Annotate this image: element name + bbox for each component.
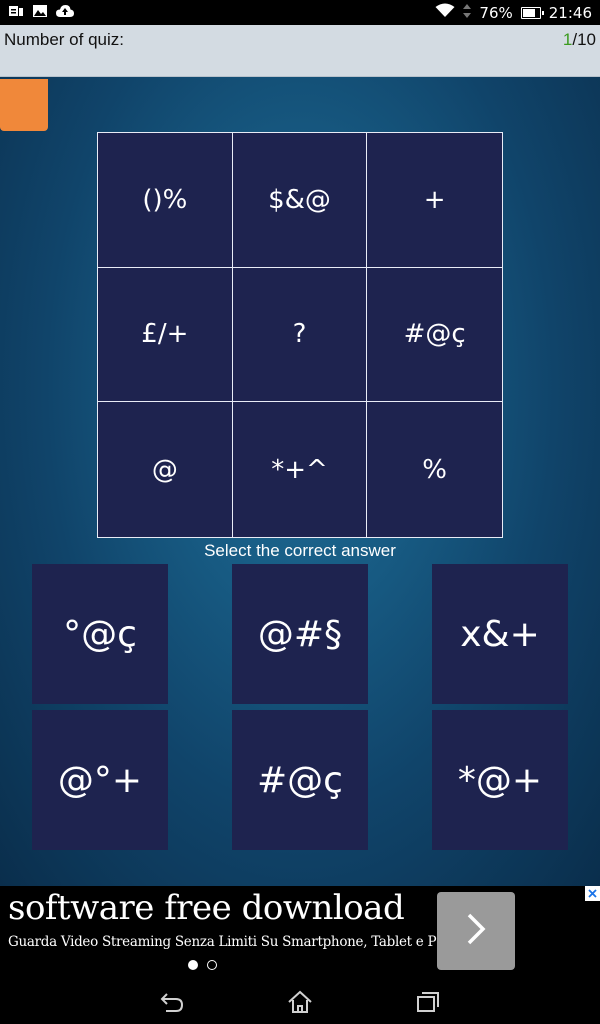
- ad-title[interactable]: software free download: [8, 888, 405, 928]
- quiz-counter: 1/10: [563, 30, 596, 50]
- grid-cell: £/+: [98, 267, 233, 403]
- navigation-bar: [0, 980, 600, 1024]
- ad-subtitle[interactable]: Guarda Video Streaming Senza Limiti Su S…: [8, 934, 452, 950]
- grid-cell: @: [98, 402, 233, 537]
- grid-cell: *+^: [233, 402, 368, 537]
- back-icon[interactable]: [158, 988, 186, 1016]
- chevron-right-icon: [464, 912, 488, 950]
- quiz-current: 1: [562, 30, 573, 49]
- ad-banner[interactable]: software free download Guarda Video Stre…: [0, 886, 600, 980]
- status-bar: 76% 21:46: [0, 0, 600, 25]
- data-arrows-icon: [463, 3, 472, 22]
- battery-icon: [520, 6, 544, 19]
- quiz-number-label: Number of quiz:: [4, 30, 124, 49]
- grid-cell: +: [367, 133, 502, 268]
- quiz-total: /10: [572, 30, 596, 49]
- answer-button-6[interactable]: *@+: [432, 710, 568, 850]
- close-icon: [587, 884, 598, 903]
- ad-open-button[interactable]: [437, 892, 515, 970]
- grid-cell: $&@: [232, 133, 368, 268]
- grid-cell: %: [422, 454, 448, 485]
- recents-icon[interactable]: [414, 988, 442, 1016]
- ad-close-button[interactable]: [585, 886, 600, 901]
- clock: 21:46: [548, 3, 592, 22]
- grid-cell-question: ?: [232, 267, 368, 403]
- menu-tab[interactable]: [0, 79, 48, 131]
- quiz-header: Number of quiz: 1/10: [0, 25, 600, 77]
- ad-pager: [188, 960, 217, 970]
- wifi-icon: [435, 3, 455, 22]
- pager-dot: [207, 960, 217, 970]
- puzzle-grid: ()% $&@ + £/+ ? #@ç @ *+^ %: [97, 132, 503, 538]
- notification-icon: [8, 4, 24, 22]
- pager-dot-active: [188, 960, 198, 970]
- prompt-text: Select the correct answer: [204, 541, 396, 560]
- answer-button-5[interactable]: #@ç: [232, 710, 368, 850]
- answer-button-4[interactable]: @°+: [32, 710, 168, 850]
- battery-percent: 76%: [479, 3, 513, 22]
- cloud-upload-icon: [56, 4, 74, 22]
- gallery-icon: [32, 4, 48, 22]
- answer-button-1[interactable]: °@ç: [32, 564, 168, 704]
- answer-button-3[interactable]: x&+: [432, 564, 568, 704]
- grid-cell: ()%: [98, 133, 233, 268]
- home-icon[interactable]: [286, 988, 314, 1016]
- grid-cell: #@ç: [367, 268, 502, 403]
- answer-button-2[interactable]: @#§: [232, 564, 368, 704]
